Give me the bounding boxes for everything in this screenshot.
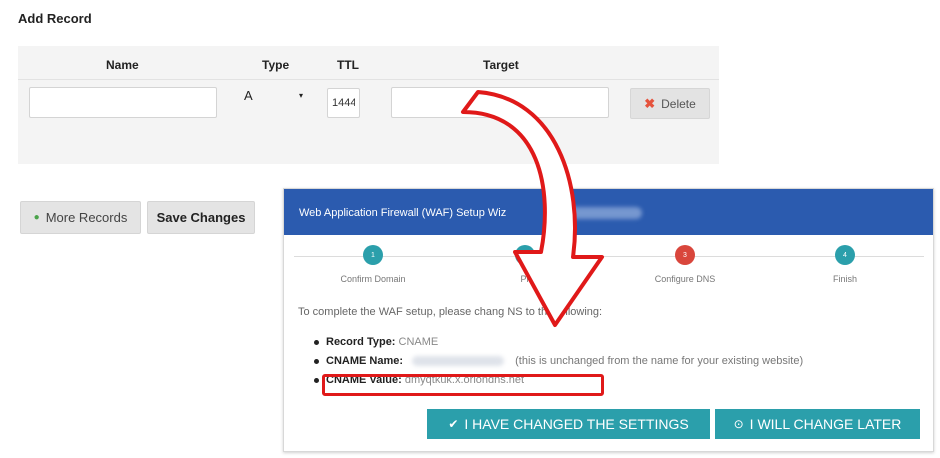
step-number: 3 [675, 245, 695, 265]
change-later-label: I WILL CHANGE LATER [749, 416, 902, 432]
add-record-panel: Name Type TTL Target A ▾ ✖ Delete [18, 46, 719, 164]
redacted-cname-name [412, 356, 505, 367]
wizard-step: 2 Pr [465, 245, 585, 284]
changed-settings-label: I HAVE CHANGED THE SETTINGS [464, 416, 689, 432]
column-header-ttl: TTL [337, 58, 359, 72]
record-type-label: Record Type: [326, 336, 396, 348]
wizard-step: 4 Finish [785, 245, 905, 284]
step-label: Pr [520, 274, 530, 284]
more-records-button[interactable]: ● More Records [20, 201, 141, 234]
clock-icon: ⊙ [733, 417, 744, 431]
waf-setup-wizard: Web Application Firewall (WAF) Setup Wiz… [283, 188, 934, 452]
delete-label: Delete [661, 96, 696, 111]
changed-settings-button[interactable]: ✔ I HAVE CHANGED THE SETTINGS [427, 409, 710, 439]
step-label: Configure DNS [654, 274, 716, 284]
wizard-header: Web Application Firewall (WAF) Setup Wiz [284, 189, 933, 235]
save-changes-button[interactable]: Save Changes [147, 201, 255, 234]
step-number: 4 [835, 245, 855, 265]
wizard-step: 3 Configure DNS [625, 245, 745, 284]
check-circle-icon: ✔ [448, 417, 459, 431]
column-header-target: Target [483, 58, 519, 72]
plus-icon: ● [33, 212, 40, 223]
name-input[interactable] [29, 87, 217, 118]
target-input[interactable] [391, 87, 609, 118]
step-number: 1 [363, 245, 383, 265]
step-number: 2 [515, 245, 535, 265]
cname-name-label: CNAME Name: [326, 355, 404, 367]
cname-value-highlight [322, 374, 604, 396]
close-icon: ✖ [644, 95, 656, 111]
column-header-type: Type [262, 58, 290, 72]
step-label: Finish [832, 274, 857, 284]
more-records-label: More Records [45, 210, 128, 225]
list-item: CNAME Name: (this is unchanged from the … [314, 355, 803, 367]
wizard-step: 1 Confirm Domain [313, 245, 433, 284]
change-later-button[interactable]: ⊙ I WILL CHANGE LATER [715, 409, 920, 439]
wizard-title: Web Application Firewall (WAF) Setup Wiz [299, 207, 507, 219]
wizard-intro-text: To complete the WAF setup, please chang … [298, 306, 603, 318]
ttl-input[interactable] [327, 88, 360, 118]
cname-name-note: (this is unchanged from the name for you… [515, 355, 804, 367]
step-label: Confirm Domain [340, 274, 406, 284]
list-item: Record Type: CNAME [314, 336, 803, 348]
type-select[interactable]: A ▾ [244, 88, 314, 108]
type-selected-value: A [244, 88, 253, 103]
page-title: Add Record [18, 11, 92, 26]
chevron-down-icon: ▾ [299, 91, 304, 100]
record-type-value: CNAME [398, 336, 439, 348]
delete-button[interactable]: ✖ Delete [630, 88, 710, 119]
redacted-domain [556, 207, 642, 219]
header-divider [18, 79, 719, 80]
column-header-name: Name [106, 58, 139, 72]
